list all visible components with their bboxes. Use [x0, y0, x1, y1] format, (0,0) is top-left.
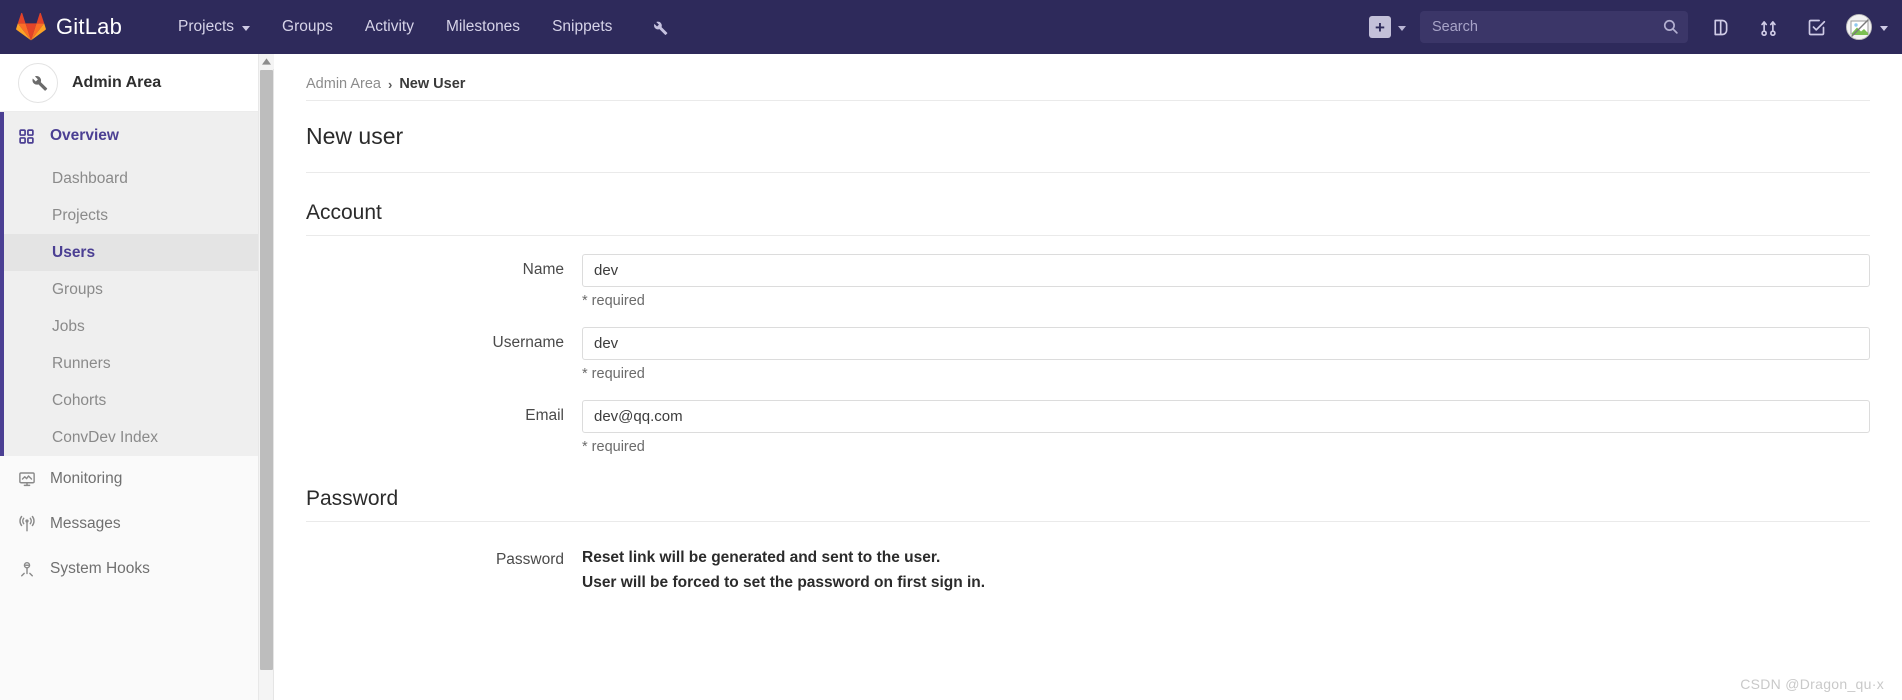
- broadcast-icon: [18, 515, 40, 533]
- navbar-right-group: +: [1369, 0, 1902, 54]
- issues-icon[interactable]: [1696, 0, 1744, 54]
- chevron-down-icon: [1398, 25, 1406, 31]
- page-title-divider: [306, 172, 1870, 173]
- form-row-username: Username * required: [306, 327, 1870, 382]
- password-label: Password: [495, 551, 564, 568]
- sidebar-item-jobs[interactable]: Jobs: [4, 308, 273, 345]
- new-dropdown[interactable]: +: [1369, 16, 1406, 38]
- sidebar-item-overview[interactable]: Overview: [4, 112, 273, 160]
- nav-link-activity[interactable]: Activity: [349, 0, 430, 54]
- sidebar-title: Admin Area: [72, 73, 162, 91]
- breadcrumb-current: New User: [399, 76, 466, 92]
- main-content: Admin Area › New User New user Account N…: [274, 54, 1902, 700]
- email-control: * required: [582, 400, 1870, 455]
- admin-sidebar: Admin Area Overview Dashboard Projects U…: [0, 54, 274, 700]
- sidebar-item-messages-label: Messages: [50, 514, 121, 532]
- primary-nav-links: Projects Groups Activity Milestones Snip…: [162, 0, 628, 54]
- sidebar-item-system-hooks[interactable]: System Hooks: [0, 546, 273, 591]
- user-menu[interactable]: [1840, 14, 1902, 40]
- account-section-heading: Account: [306, 201, 1870, 236]
- sidebar-item-cohorts[interactable]: Cohorts: [4, 382, 273, 419]
- sidebar-item-projects[interactable]: Projects: [4, 197, 273, 234]
- chevron-down-icon: [1880, 25, 1888, 31]
- nav-link-snippets[interactable]: Snippets: [536, 0, 628, 54]
- username-control: * required: [582, 327, 1870, 382]
- sidebar-item-runners[interactable]: Runners: [4, 345, 273, 382]
- hook-icon: [18, 560, 40, 578]
- admin-area-wrench-icon[interactable]: [650, 18, 669, 37]
- sidebar-item-system-hooks-label: System Hooks: [50, 559, 150, 577]
- sidebar-section-tools: Monitoring Messages System Hooks: [0, 456, 273, 591]
- brand-name[interactable]: GitLab: [56, 14, 122, 40]
- scrollbar-up-arrow-icon[interactable]: [259, 54, 274, 69]
- email-help-text: * required: [582, 439, 645, 455]
- name-control: * required: [582, 254, 1870, 309]
- sidebar-scrollbar[interactable]: [258, 54, 274, 700]
- sidebar-item-monitoring[interactable]: Monitoring: [0, 456, 273, 501]
- sidebar-item-convdev-index[interactable]: ConvDev Index: [4, 419, 273, 456]
- sidebar-item-users[interactable]: Users: [4, 234, 273, 271]
- top-navbar: GitLab Projects Groups Activity Mileston…: [0, 0, 1902, 54]
- name-help-text: * required: [582, 293, 645, 309]
- sidebar-item-monitoring-label: Monitoring: [50, 469, 123, 487]
- username-label: Username: [492, 334, 565, 351]
- wrench-icon: [18, 62, 58, 103]
- username-input[interactable]: [582, 327, 1870, 360]
- name-label: Name: [522, 261, 564, 278]
- form-row-name: Name * required: [306, 254, 1870, 309]
- breadcrumb: Admin Area › New User: [274, 54, 1902, 100]
- password-info: Reset link will be generated and sent to…: [582, 544, 1870, 594]
- merge-requests-icon[interactable]: [1744, 0, 1792, 54]
- user-avatar: [1846, 14, 1872, 40]
- sidebar-section-overview: Overview Dashboard Projects Users Groups…: [0, 112, 273, 456]
- sidebar-item-messages[interactable]: Messages: [0, 501, 273, 546]
- sidebar-header[interactable]: Admin Area: [0, 54, 273, 112]
- form-row-password: Password Reset link will be generated an…: [306, 544, 1870, 594]
- breadcrumb-separator-icon: ›: [387, 76, 393, 92]
- breadcrumb-admin-area[interactable]: Admin Area: [306, 76, 381, 92]
- scrollbar-thumb[interactable]: [260, 70, 273, 670]
- nav-link-groups[interactable]: Groups: [266, 0, 349, 54]
- search-box: [1420, 11, 1688, 43]
- monitor-icon: [18, 470, 40, 488]
- email-label: Email: [525, 407, 564, 424]
- username-help-text: * required: [582, 366, 645, 382]
- search-input[interactable]: [1420, 11, 1688, 43]
- sidebar-item-dashboard[interactable]: Dashboard: [4, 160, 273, 197]
- sidebar-item-groups[interactable]: Groups: [4, 271, 273, 308]
- form-row-email: Email * required: [306, 400, 1870, 455]
- nav-link-projects-label: Projects: [178, 18, 235, 35]
- grid-icon: [18, 128, 40, 145]
- password-section-heading: Password: [306, 487, 1870, 522]
- watermark: CSDN @Dragon_qu·x: [1740, 676, 1884, 692]
- password-info-line-2: User will be forced to set the password …: [582, 574, 986, 591]
- plus-icon: +: [1369, 16, 1391, 38]
- password-info-line-1: Reset link will be generated and sent to…: [582, 549, 941, 566]
- name-input[interactable]: [582, 254, 1870, 287]
- page-title: New user: [306, 123, 404, 149]
- chevron-down-icon: [242, 25, 251, 31]
- todos-icon[interactable]: [1792, 0, 1840, 54]
- sidebar-item-overview-label: Overview: [50, 127, 119, 144]
- nav-link-milestones[interactable]: Milestones: [430, 0, 536, 54]
- nav-link-projects[interactable]: Projects: [162, 0, 266, 54]
- gitlab-tanuki-logo[interactable]: [16, 12, 46, 42]
- email-input[interactable]: [582, 400, 1870, 433]
